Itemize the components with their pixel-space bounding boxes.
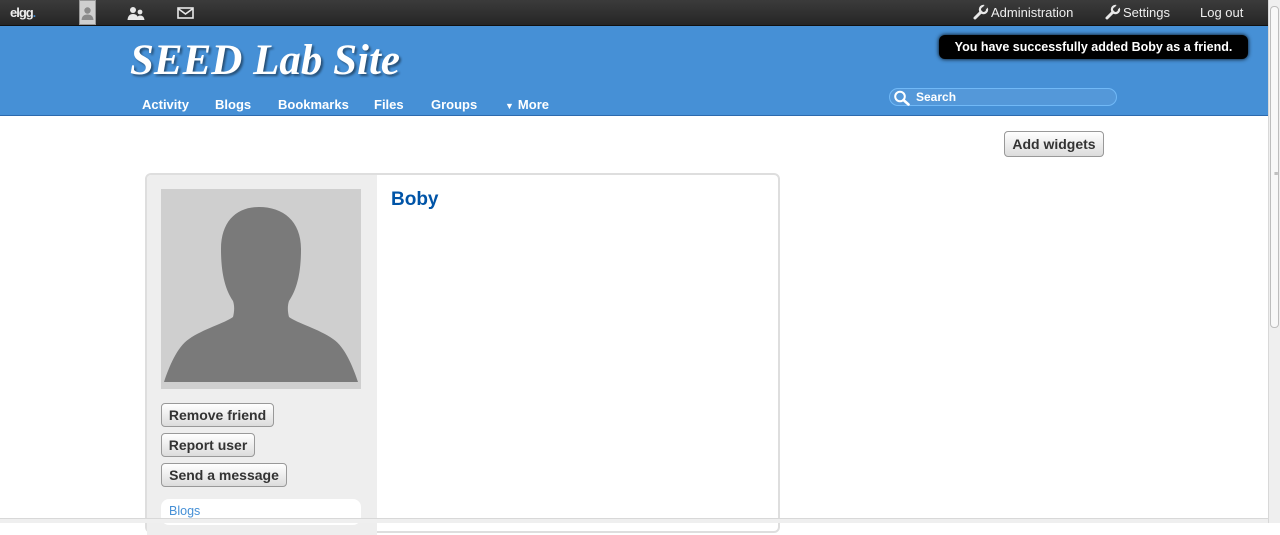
- menu-item-more[interactable]: ▼ More: [505, 97, 549, 112]
- search-input[interactable]: [916, 89, 1106, 105]
- search-icon: [894, 90, 910, 106]
- profile-owner-block: Remove friend Report user Send a message…: [147, 175, 377, 535]
- add-widgets-button[interactable]: Add widgets: [1004, 131, 1104, 157]
- settings-link[interactable]: Settings: [1104, 0, 1170, 25]
- menu-item-blogs[interactable]: Blogs: [215, 97, 251, 112]
- report-user-button[interactable]: Report user: [161, 433, 255, 457]
- menu-item-files[interactable]: Files: [374, 97, 404, 112]
- administration-label: Administration: [991, 5, 1074, 20]
- mail-icon[interactable]: [177, 0, 194, 25]
- elgg-logo-dot: .: [32, 5, 37, 20]
- menu-item-groups[interactable]: Groups: [431, 97, 477, 112]
- menu-item-activity[interactable]: Activity: [142, 97, 189, 112]
- logout-link[interactable]: Log out: [1200, 0, 1243, 25]
- menu-item-bookmarks[interactable]: Bookmarks: [278, 97, 349, 112]
- vertical-scrollbar[interactable]: ≡: [1268, 0, 1280, 523]
- settings-label: Settings: [1123, 5, 1170, 20]
- topbar: elgg. Administration Settings Log out: [0, 0, 1268, 26]
- elgg-logo-text: elgg: [10, 5, 34, 20]
- search-box: [889, 88, 1117, 106]
- wrench-icon: [1105, 4, 1121, 20]
- profile-avatar[interactable]: [161, 189, 361, 389]
- profile-name[interactable]: Boby: [391, 189, 439, 211]
- elgg-logo[interactable]: elgg.: [10, 0, 37, 25]
- send-message-button[interactable]: Send a message: [161, 463, 287, 487]
- vertical-scrollbar-thumb[interactable]: ≡: [1270, 6, 1279, 328]
- default-avatar-silhouette-icon: [164, 207, 358, 382]
- wrench-icon: [973, 4, 989, 20]
- horizontal-scrollbar[interactable]: [0, 518, 1268, 523]
- topbar-avatar-icon[interactable]: [79, 0, 96, 25]
- remove-friend-button[interactable]: Remove friend: [161, 403, 274, 427]
- scrollbar-grip-icon: ≡: [1274, 171, 1279, 178]
- administration-link[interactable]: Administration: [972, 0, 1073, 25]
- logout-label: Log out: [1200, 5, 1244, 20]
- profile-module: Remove friend Report user Send a message…: [145, 173, 780, 535]
- success-notice[interactable]: You have successfully added Boby as a fr…: [939, 35, 1248, 59]
- friends-icon[interactable]: [127, 0, 145, 25]
- triangle-down-icon: ▼: [505, 101, 514, 111]
- menu-item-more-label: More: [517, 97, 549, 112]
- site-title[interactable]: SEED Lab Site: [130, 36, 400, 85]
